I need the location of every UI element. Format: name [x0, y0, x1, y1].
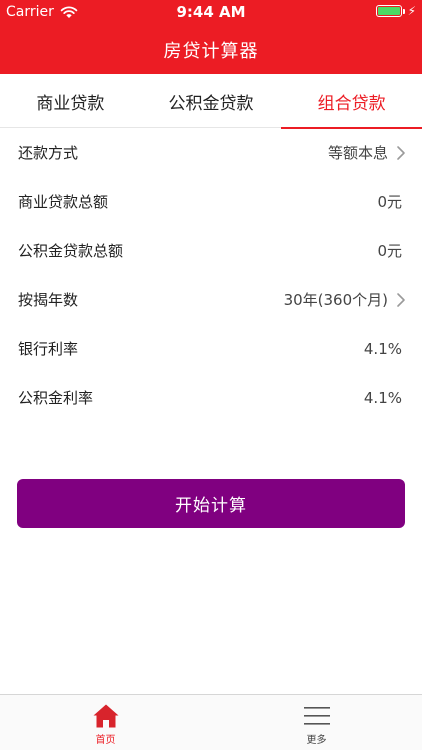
menu-icon	[303, 707, 330, 725]
commercial-loan-amount-value[interactable]: 0元	[377, 191, 402, 212]
provident-rate-row[interactable]: 公积金利率 4.1%	[0, 373, 422, 422]
status-bar: Carrier 9:44 AM ⚡	[0, 0, 422, 24]
loan-form: 还款方式 等额本息 商业贷款总额 0元 公积金贷款总额 0元 按揭年数 30年(…	[0, 128, 422, 422]
tabbar-label-home: 首页	[95, 735, 116, 746]
provident-loan-amount-row[interactable]: 公积金贷款总额 0元	[0, 226, 422, 275]
commercial-loan-amount-label: 商业贷款总额	[18, 193, 109, 211]
status-time: 9:44 AM	[176, 3, 246, 21]
battery-icon	[375, 5, 402, 17]
repayment-method-row[interactable]: 还款方式 等额本息	[0, 128, 422, 177]
battery-indicator: ⚡	[375, 4, 416, 18]
provident-rate-value[interactable]: 4.1%	[364, 389, 402, 407]
start-calculation-button[interactable]: 开始计算	[17, 479, 405, 528]
tab-combined-loan[interactable]: 组合贷款	[281, 74, 422, 129]
commercial-loan-amount-row[interactable]: 商业贷款总额 0元	[0, 177, 422, 226]
tab-provident-fund-loan[interactable]: 公积金贷款	[141, 74, 282, 128]
tabbar-item-home[interactable]: 首页	[0, 695, 211, 750]
chevron-right-icon	[397, 145, 405, 160]
chevron-right-icon	[397, 292, 405, 307]
provident-rate-label: 公积金利率	[18, 389, 94, 407]
tab-commercial-loan[interactable]: 商业贷款	[0, 74, 141, 128]
tabbar-label-more: 更多	[306, 735, 327, 746]
provident-loan-amount-value[interactable]: 0元	[377, 240, 402, 261]
home-icon	[93, 704, 118, 728]
tabbar-item-more[interactable]: 更多	[211, 695, 422, 750]
bank-rate-row[interactable]: 银行利率 4.1%	[0, 324, 422, 373]
mortgage-years-label: 按揭年数	[18, 291, 79, 309]
top-bar: Carrier 9:44 AM ⚡ 房贷计算器	[0, 0, 422, 74]
bank-rate-label: 银行利率	[18, 340, 79, 358]
mortgage-years-row[interactable]: 按揭年数 30年(360个月)	[0, 275, 422, 324]
bottom-tab-bar: 首页 更多	[0, 694, 422, 750]
loan-type-tabs: 商业贷款 公积金贷款 组合贷款	[0, 74, 422, 129]
bank-rate-value[interactable]: 4.1%	[364, 340, 402, 358]
repayment-method-value: 等额本息	[327, 144, 388, 162]
charging-icon: ⚡	[407, 4, 416, 18]
page-title: 房贷计算器	[163, 41, 259, 62]
provident-loan-amount-label: 公积金贷款总额	[18, 242, 124, 260]
repayment-method-label: 还款方式	[18, 144, 79, 162]
mortgage-years-value: 30年(360个月)	[283, 291, 388, 309]
